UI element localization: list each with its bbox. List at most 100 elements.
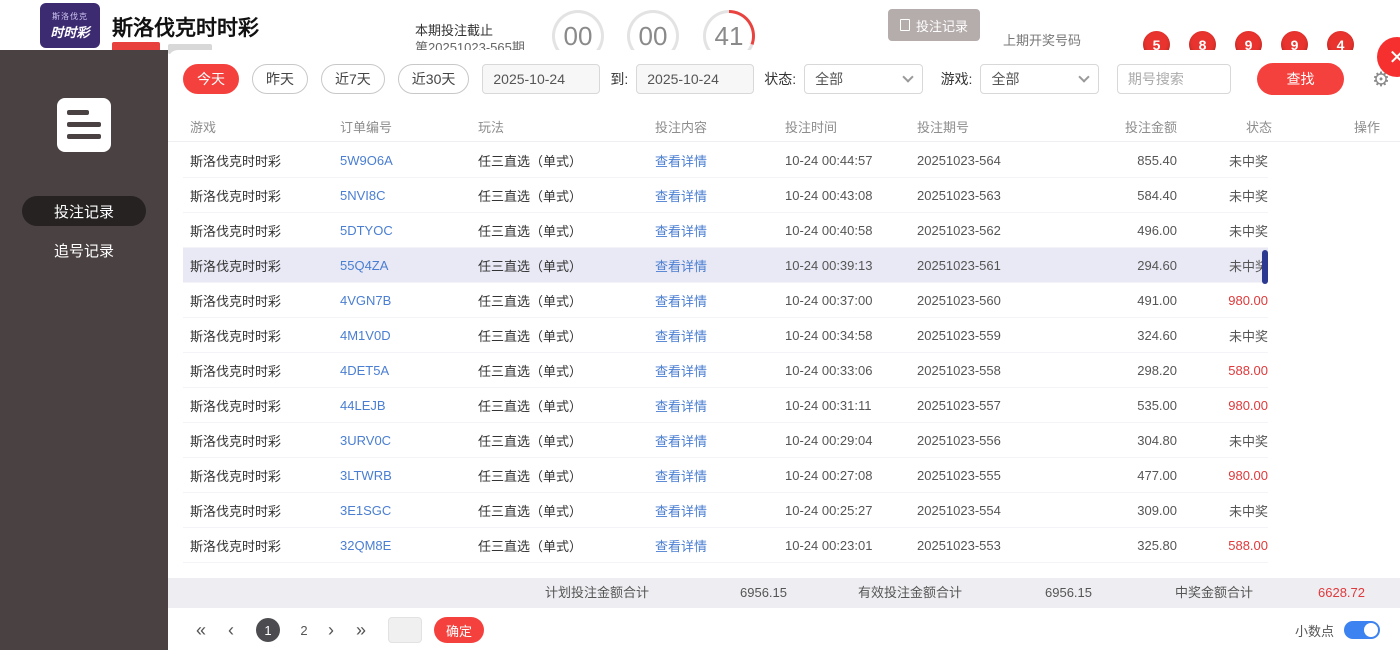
cell-game: 斯洛伐克时时彩 bbox=[190, 396, 340, 415]
cell-status: 未中奖 bbox=[1177, 151, 1268, 170]
order-id-link[interactable]: 5W9O6A bbox=[340, 153, 478, 168]
prev-page-button[interactable]: ‹ bbox=[228, 620, 234, 641]
planned-total-label: 计划投注金额合计 bbox=[545, 578, 649, 608]
cell-period: 20251023-557 bbox=[917, 398, 1077, 413]
col-game: 游戏 bbox=[190, 117, 340, 136]
confirm-button[interactable]: 确定 bbox=[434, 617, 484, 643]
game-label: 游戏: bbox=[941, 69, 973, 89]
table-row: 斯洛伐克时时彩 44LEJB 任三直选（单式） 查看详情 10-24 00:31… bbox=[183, 388, 1268, 423]
bet-records-modal: 今天 昨天 近7天 近30天 到: 状态: 全部 游戏: 全部 查找 ⚙ 游戏 … bbox=[168, 50, 1400, 650]
last-page-button[interactable]: » bbox=[356, 620, 366, 641]
cell-period: 20251023-564 bbox=[917, 153, 1077, 168]
decimal-label: 小数点 bbox=[1295, 621, 1334, 640]
cell-period: 20251023-555 bbox=[917, 468, 1077, 483]
table-row: 斯洛伐克时时彩 5W9O6A 任三直选（单式） 查看详情 10-24 00:44… bbox=[183, 143, 1268, 178]
cell-play: 任三直选（单式） bbox=[478, 431, 655, 450]
cell-bet-time: 10-24 00:29:04 bbox=[785, 433, 917, 448]
date-from-input[interactable] bbox=[482, 64, 600, 94]
cell-status: 未中奖 bbox=[1177, 221, 1268, 240]
view-detail-link[interactable]: 查看详情 bbox=[655, 326, 785, 345]
page-1-button[interactable]: 1 bbox=[256, 618, 280, 642]
view-detail-link[interactable]: 查看详情 bbox=[655, 466, 785, 485]
logo-text-top: 斯洛伐克 bbox=[52, 11, 88, 22]
cell-amount: 496.00 bbox=[1077, 223, 1177, 238]
cell-bet-time: 10-24 00:23:01 bbox=[785, 538, 917, 553]
scrollbar-thumb[interactable] bbox=[1262, 250, 1268, 284]
cell-period: 20251023-561 bbox=[917, 258, 1077, 273]
order-id-link[interactable]: 4DET5A bbox=[340, 363, 478, 378]
decimal-control: 小数点 bbox=[1295, 621, 1380, 640]
view-detail-link[interactable]: 查看详情 bbox=[655, 361, 785, 380]
view-detail-link[interactable]: 查看详情 bbox=[655, 396, 785, 415]
range-7days-button[interactable]: 近7天 bbox=[321, 64, 385, 94]
cell-game: 斯洛伐克时时彩 bbox=[190, 431, 340, 450]
next-page-button[interactable]: › bbox=[328, 620, 334, 641]
order-id-link[interactable]: 5DTYOC bbox=[340, 223, 478, 238]
cell-play: 任三直选（单式） bbox=[478, 291, 655, 310]
view-detail-link[interactable]: 查看详情 bbox=[655, 151, 785, 170]
logo-text-bottom: 时时彩 bbox=[50, 22, 89, 41]
order-id-link[interactable]: 44LEJB bbox=[340, 398, 478, 413]
range-30days-button[interactable]: 近30天 bbox=[398, 64, 470, 94]
status-select-value: 全部 bbox=[815, 69, 843, 89]
cell-amount: 309.00 bbox=[1077, 503, 1177, 518]
document-icon bbox=[900, 19, 910, 31]
cell-status: 未中奖 bbox=[1177, 501, 1268, 520]
order-id-link[interactable]: 4M1V0D bbox=[340, 328, 478, 343]
cell-status: 588.00 bbox=[1177, 538, 1268, 553]
pagination-bar: « ‹ 1 2 › » 确定 小数点 bbox=[168, 610, 1400, 650]
cell-game: 斯洛伐克时时彩 bbox=[190, 151, 340, 170]
cell-play: 任三直选（单式） bbox=[478, 396, 655, 415]
order-id-link[interactable]: 32QM8E bbox=[340, 538, 478, 553]
valid-total-value: 6956.15 bbox=[1045, 578, 1092, 608]
bet-records-button[interactable]: 投注记录 bbox=[888, 9, 980, 41]
view-detail-link[interactable]: 查看详情 bbox=[655, 186, 785, 205]
page-2-button[interactable]: 2 bbox=[292, 618, 316, 642]
table-row: 斯洛伐克时时彩 4M1V0D 任三直选（单式） 查看详情 10-24 00:34… bbox=[183, 318, 1268, 353]
cell-bet-time: 10-24 00:43:08 bbox=[785, 188, 917, 203]
sidebar-item-bet-records[interactable]: 投注记录 bbox=[22, 196, 146, 226]
order-id-link[interactable]: 3E1SGC bbox=[340, 503, 478, 518]
view-detail-link[interactable]: 查看详情 bbox=[655, 291, 785, 310]
table-row: 斯洛伐克时时彩 4DET5A 任三直选（单式） 查看详情 10-24 00:33… bbox=[183, 353, 1268, 388]
order-id-link[interactable]: 4VGN7B bbox=[340, 293, 478, 308]
page-header: 斯洛伐克 时时彩 斯洛伐克时时彩 本期投注截止 第20251023-565期 0… bbox=[0, 0, 1400, 50]
cell-play: 任三直选（单式） bbox=[478, 186, 655, 205]
cell-status: 980.00 bbox=[1177, 293, 1268, 308]
col-content: 投注内容 bbox=[655, 117, 785, 136]
date-to-input[interactable] bbox=[636, 64, 754, 94]
order-id-link[interactable]: 5NVI8C bbox=[340, 188, 478, 203]
order-id-link[interactable]: 3LTWRB bbox=[340, 468, 478, 483]
cell-amount: 324.60 bbox=[1077, 328, 1177, 343]
table-row: 斯洛伐克时时彩 5DTYOC 任三直选（单式） 查看详情 10-24 00:40… bbox=[183, 213, 1268, 248]
cell-period: 20251023-562 bbox=[917, 223, 1077, 238]
view-detail-link[interactable]: 查看详情 bbox=[655, 501, 785, 520]
range-yesterday-button[interactable]: 昨天 bbox=[252, 64, 308, 94]
table-row: 斯洛伐克时时彩 55Q4ZA 任三直选（单式） 查看详情 10-24 00:39… bbox=[183, 248, 1268, 283]
view-detail-link[interactable]: 查看详情 bbox=[655, 431, 785, 450]
cell-amount: 491.00 bbox=[1077, 293, 1177, 308]
decimal-toggle[interactable] bbox=[1344, 621, 1380, 639]
page-title: 斯洛伐克时时彩 bbox=[112, 12, 259, 42]
planned-total-value: 6956.15 bbox=[740, 578, 787, 608]
cell-amount: 304.80 bbox=[1077, 433, 1177, 448]
cell-period: 20251023-559 bbox=[917, 328, 1077, 343]
cell-amount: 584.40 bbox=[1077, 188, 1177, 203]
game-select[interactable]: 全部 bbox=[980, 64, 1098, 94]
table-row: 斯洛伐克时时彩 5NVI8C 任三直选（单式） 查看详情 10-24 00:43… bbox=[183, 178, 1268, 213]
page-jump-input[interactable] bbox=[388, 617, 422, 643]
cell-bet-time: 10-24 00:39:13 bbox=[785, 258, 917, 273]
first-page-button[interactable]: « bbox=[196, 620, 206, 641]
cell-play: 任三直选（单式） bbox=[478, 151, 655, 170]
col-order-id: 订单编号 bbox=[340, 117, 478, 136]
status-select[interactable]: 全部 bbox=[804, 64, 922, 94]
order-id-link[interactable]: 3URV0C bbox=[340, 433, 478, 448]
view-detail-link[interactable]: 查看详情 bbox=[655, 536, 785, 555]
search-button[interactable]: 查找 bbox=[1257, 63, 1344, 95]
view-detail-link[interactable]: 查看详情 bbox=[655, 256, 785, 275]
period-search-input[interactable] bbox=[1117, 64, 1231, 94]
order-id-link[interactable]: 55Q4ZA bbox=[340, 258, 478, 273]
view-detail-link[interactable]: 查看详情 bbox=[655, 221, 785, 240]
range-today-button[interactable]: 今天 bbox=[183, 64, 239, 94]
sidebar-item-chase-records[interactable]: 追号记录 bbox=[0, 240, 168, 261]
